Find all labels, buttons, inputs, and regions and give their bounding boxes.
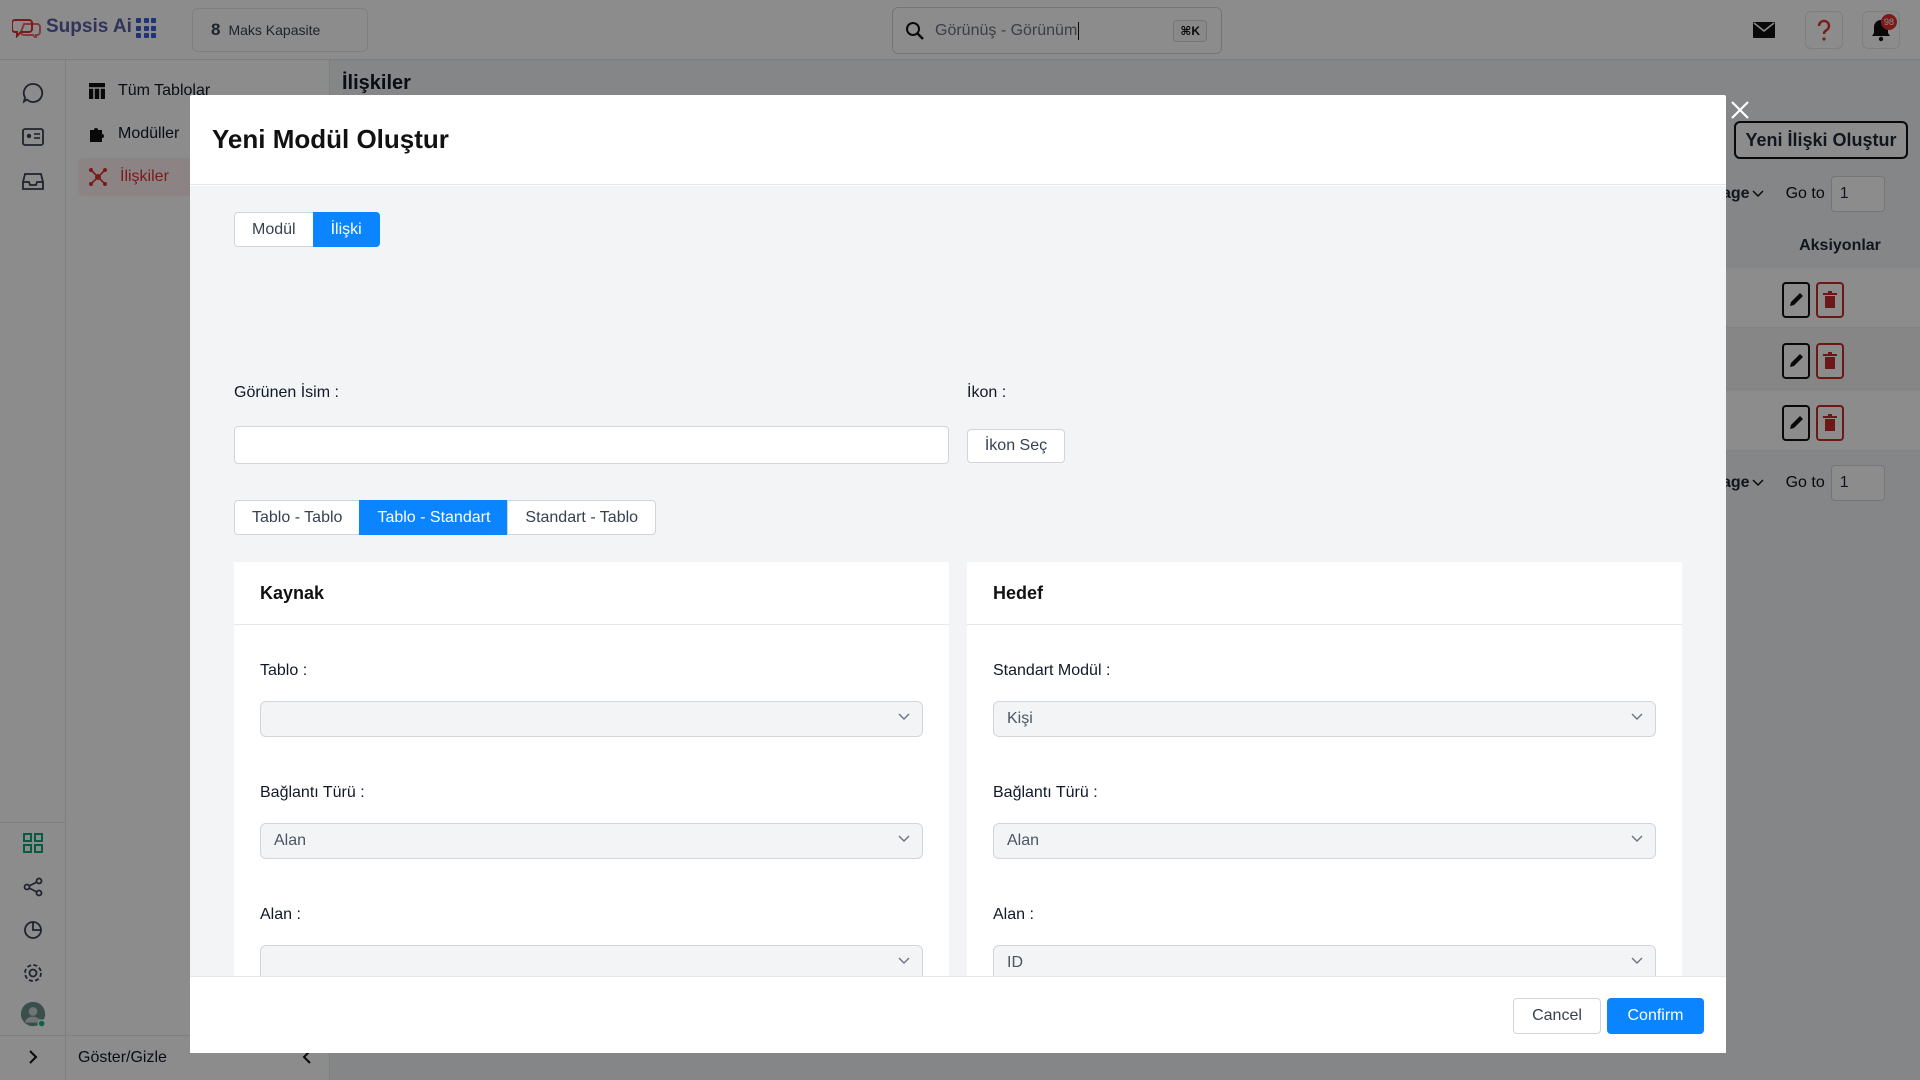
source-table-select[interactable]	[260, 701, 923, 737]
modal-title: Yeni Modül Oluştur	[212, 124, 449, 154]
source-connection-value: Alan	[274, 832, 307, 849]
target-connection-value: Alan	[1007, 832, 1040, 849]
tab-tablo-tablo[interactable]: Tablo - Tablo	[234, 500, 361, 535]
chevron-down-icon	[1631, 713, 1643, 720]
source-field-label: Alan :	[260, 906, 301, 923]
chevron-down-icon	[898, 713, 910, 720]
target-module-select[interactable]: Kişi	[993, 701, 1656, 737]
source-panel-title: Kaynak	[234, 562, 949, 625]
target-field-value: ID	[1007, 954, 1023, 971]
display-name-input[interactable]	[234, 426, 949, 464]
modal-header: Yeni Modül Oluştur	[190, 95, 1726, 185]
mode-tabs: Modül İlişki	[234, 212, 380, 247]
create-module-modal: Yeni Modül Oluştur Modül İlişki Görünen …	[190, 95, 1726, 1053]
target-field-label: Alan :	[993, 906, 1034, 923]
chevron-down-icon	[1631, 957, 1643, 964]
tab-tablo-standart[interactable]: Tablo - Standart	[359, 500, 509, 535]
target-connection-label: Bağlantı Türü :	[993, 784, 1098, 801]
tab-iliski[interactable]: İlişki	[312, 212, 380, 247]
source-connection-select[interactable]: Alan	[260, 823, 923, 859]
target-connection-select[interactable]: Alan	[993, 823, 1656, 859]
cancel-button[interactable]: Cancel	[1513, 998, 1601, 1034]
chevron-down-icon	[898, 957, 910, 964]
confirm-button[interactable]: Confirm	[1607, 998, 1704, 1034]
relation-type-tabs: Tablo - Tablo Tablo - Standart Standart …	[234, 500, 657, 535]
source-panel: Kaynak Tablo : Bağlantı Türü : Alan Alan…	[234, 562, 949, 1042]
tab-standart-tablo[interactable]: Standart - Tablo	[507, 500, 657, 535]
tab-modul[interactable]: Modül	[234, 212, 314, 247]
close-icon[interactable]	[1729, 99, 1751, 121]
target-panel: Hedef Standart Modül : Kişi Bağlantı Tür…	[967, 562, 1682, 1042]
chevron-down-icon	[1631, 835, 1643, 842]
target-module-label: Standart Modül :	[993, 662, 1111, 679]
display-name-label: Görünen İsim :	[234, 384, 339, 401]
select-icon-button[interactable]: İkon Seç	[967, 429, 1065, 463]
source-table-label: Tablo :	[260, 662, 308, 679]
modal-body: Modül İlişki Görünen İsim : İkon : İkon …	[190, 186, 1726, 1042]
source-connection-label: Bağlantı Türü :	[260, 784, 365, 801]
modal-footer: Cancel Confirm	[190, 976, 1726, 1053]
chevron-down-icon	[898, 835, 910, 842]
icon-label: İkon :	[967, 384, 1007, 401]
target-module-value: Kişi	[1007, 710, 1033, 727]
target-panel-title: Hedef	[967, 562, 1682, 625]
